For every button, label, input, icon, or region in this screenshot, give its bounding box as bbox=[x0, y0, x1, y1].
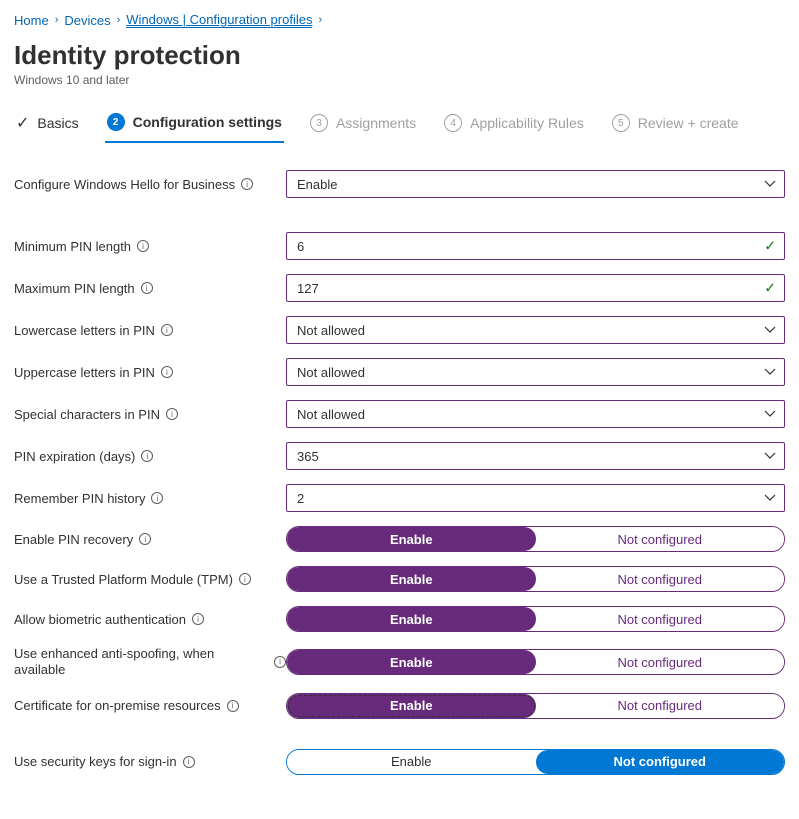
toggle-not-configured[interactable]: Not configured bbox=[536, 750, 785, 774]
info-icon[interactable]: i bbox=[183, 756, 195, 768]
input-value: 127 bbox=[297, 281, 319, 296]
step-number-badge: 4 bbox=[444, 114, 462, 132]
label-expiration: PIN expiration (days) bbox=[14, 449, 135, 464]
info-icon[interactable]: i bbox=[141, 450, 153, 462]
toggle-not-configured[interactable]: Not configured bbox=[536, 650, 785, 674]
input-min-pin[interactable]: 6 ✓ bbox=[286, 232, 785, 260]
dropdown-expiration[interactable]: 365 bbox=[286, 442, 785, 470]
label-history: Remember PIN history bbox=[14, 491, 145, 506]
dropdown-special[interactable]: Not allowed bbox=[286, 400, 785, 428]
info-icon[interactable]: i bbox=[137, 240, 149, 252]
dropdown-lowercase[interactable]: Not allowed bbox=[286, 316, 785, 344]
dropdown-value: 2 bbox=[297, 491, 304, 506]
label-tpm: Use a Trusted Platform Module (TPM) bbox=[14, 572, 233, 587]
toggle-cert-onprem: Enable Not configured bbox=[286, 693, 785, 719]
info-icon[interactable]: i bbox=[274, 656, 286, 668]
label-max-pin: Maximum PIN length bbox=[14, 281, 135, 296]
toggle-security-keys: Enable Not configured bbox=[286, 749, 785, 775]
step-label: Applicability Rules bbox=[470, 115, 584, 131]
toggle-tpm: Enable Not configured bbox=[286, 566, 785, 592]
info-icon[interactable]: i bbox=[161, 366, 173, 378]
dropdown-value: Not allowed bbox=[297, 365, 365, 380]
toggle-enable[interactable]: Enable bbox=[287, 694, 536, 718]
breadcrumb-home[interactable]: Home bbox=[14, 13, 49, 28]
input-max-pin[interactable]: 127 ✓ bbox=[286, 274, 785, 302]
dropdown-value: Enable bbox=[297, 177, 337, 192]
label-min-pin: Minimum PIN length bbox=[14, 239, 131, 254]
label-configure-whfb: Configure Windows Hello for Business bbox=[14, 177, 235, 192]
chevron-down-icon bbox=[764, 494, 776, 502]
page-title: Identity protection bbox=[14, 40, 785, 71]
chevron-right-icon: › bbox=[55, 14, 59, 26]
step-label: Review + create bbox=[638, 115, 739, 131]
toggle-biometric: Enable Not configured bbox=[286, 606, 785, 632]
info-icon[interactable]: i bbox=[192, 613, 204, 625]
input-value: 6 bbox=[297, 239, 304, 254]
chevron-down-icon bbox=[764, 180, 776, 188]
info-icon[interactable]: i bbox=[141, 282, 153, 294]
label-uppercase: Uppercase letters in PIN bbox=[14, 365, 155, 380]
toggle-enable[interactable]: Enable bbox=[287, 527, 536, 551]
toggle-anti-spoofing: Enable Not configured bbox=[286, 649, 785, 675]
page-subtitle: Windows 10 and later bbox=[14, 73, 785, 87]
info-icon[interactable]: i bbox=[161, 324, 173, 336]
dropdown-value: 365 bbox=[297, 449, 319, 464]
step-number-badge: 3 bbox=[310, 114, 328, 132]
label-biometric: Allow biometric authentication bbox=[14, 612, 186, 627]
info-icon[interactable]: i bbox=[239, 573, 251, 585]
breadcrumb-devices[interactable]: Devices bbox=[64, 13, 110, 28]
toggle-not-configured[interactable]: Not configured bbox=[536, 527, 785, 551]
breadcrumb-config-profiles[interactable]: Windows | Configuration profiles bbox=[126, 12, 312, 28]
step-label: Assignments bbox=[336, 115, 416, 131]
step-label: Configuration settings bbox=[133, 114, 282, 130]
info-icon[interactable]: i bbox=[241, 178, 253, 190]
dropdown-value: Not allowed bbox=[297, 407, 365, 422]
step-applicability-rules[interactable]: 4 Applicability Rules bbox=[442, 110, 586, 142]
step-review-create[interactable]: 5 Review + create bbox=[610, 110, 741, 142]
chevron-right-icon: › bbox=[117, 14, 121, 26]
dropdown-configure-whfb[interactable]: Enable bbox=[286, 170, 785, 198]
chevron-down-icon bbox=[764, 368, 776, 376]
info-icon[interactable]: i bbox=[227, 700, 239, 712]
label-security-keys: Use security keys for sign-in bbox=[14, 754, 177, 769]
info-icon[interactable]: i bbox=[139, 533, 151, 545]
toggle-enable[interactable]: Enable bbox=[287, 567, 536, 591]
label-lowercase: Lowercase letters in PIN bbox=[14, 323, 155, 338]
chevron-down-icon bbox=[764, 452, 776, 460]
toggle-not-configured[interactable]: Not configured bbox=[536, 694, 785, 718]
checkmark-icon: ✓ bbox=[764, 238, 776, 255]
chevron-down-icon bbox=[764, 410, 776, 418]
breadcrumb: Home › Devices › Windows | Configuration… bbox=[14, 8, 785, 34]
toggle-not-configured[interactable]: Not configured bbox=[536, 567, 785, 591]
dropdown-uppercase[interactable]: Not allowed bbox=[286, 358, 785, 386]
toggle-not-configured[interactable]: Not configured bbox=[536, 607, 785, 631]
toggle-pin-recovery: Enable Not configured bbox=[286, 526, 785, 552]
toggle-enable[interactable]: Enable bbox=[287, 650, 536, 674]
step-basics[interactable]: ✓ Basics bbox=[14, 109, 81, 143]
wizard-steps: ✓ Basics 2 Configuration settings 3 Assi… bbox=[14, 109, 785, 144]
toggle-enable[interactable]: Enable bbox=[287, 750, 536, 774]
label-pin-recovery: Enable PIN recovery bbox=[14, 532, 133, 547]
step-configuration-settings[interactable]: 2 Configuration settings bbox=[105, 109, 284, 143]
chevron-down-icon bbox=[764, 326, 776, 334]
chevron-right-icon: › bbox=[318, 14, 322, 26]
dropdown-value: Not allowed bbox=[297, 323, 365, 338]
dropdown-history[interactable]: 2 bbox=[286, 484, 785, 512]
toggle-enable[interactable]: Enable bbox=[287, 607, 536, 631]
step-number-badge: 5 bbox=[612, 114, 630, 132]
step-number-badge: 2 bbox=[107, 113, 125, 131]
info-icon[interactable]: i bbox=[151, 492, 163, 504]
checkmark-icon: ✓ bbox=[16, 113, 29, 133]
label-cert-onprem: Certificate for on-premise resources bbox=[14, 698, 221, 713]
step-label: Basics bbox=[37, 115, 78, 131]
step-assignments[interactable]: 3 Assignments bbox=[308, 110, 418, 142]
checkmark-icon: ✓ bbox=[764, 280, 776, 297]
label-anti-spoofing: Use enhanced anti-spoofing, when availab… bbox=[14, 646, 268, 679]
label-special: Special characters in PIN bbox=[14, 407, 160, 422]
info-icon[interactable]: i bbox=[166, 408, 178, 420]
